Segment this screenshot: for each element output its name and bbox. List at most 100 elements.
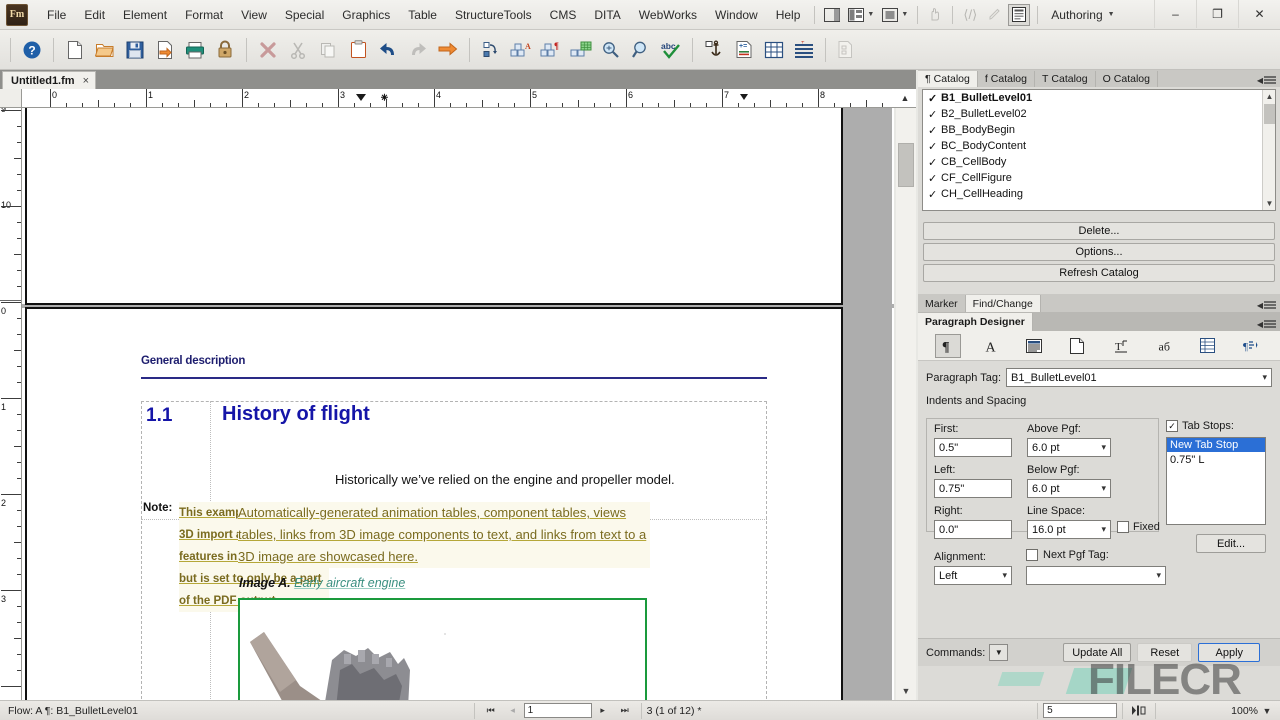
tab-stop-row[interactable]: 0.75" L (1167, 452, 1265, 467)
update-all-button[interactable]: Update All (1063, 643, 1131, 662)
tab-paragraph-catalog[interactable]: ¶ Catalog (918, 71, 978, 87)
reset-button[interactable]: Reset (1137, 643, 1192, 662)
fixed-checkbox-row[interactable]: Fixed (1117, 521, 1160, 533)
view-mode-icon[interactable] (846, 6, 866, 24)
tab-paragraph-designer[interactable]: Paragraph Designer (918, 313, 1033, 331)
next-pgf-tag-checkbox[interactable] (1026, 549, 1038, 561)
tab-stops-checkbox[interactable]: ✓ (1166, 420, 1178, 432)
workspace-caret-icon[interactable]: ▼ (1108, 11, 1115, 18)
edit-tab-stop-button[interactable]: Edit... (1196, 534, 1266, 553)
menu-edit[interactable]: Edit (75, 4, 114, 26)
menu-special[interactable]: Special (276, 4, 333, 26)
previous-page-button[interactable]: ◂ (502, 703, 524, 719)
document-vertical-scrollbar[interactable]: ▼ (896, 108, 916, 700)
chevron-down-icon[interactable]: ▾ (1101, 442, 1106, 453)
tab-stop-selected[interactable]: New Tab Stop (1167, 438, 1265, 452)
body-paragraph[interactable]: Historically we’ve relied on the engine … (335, 469, 765, 490)
character-tag-icon[interactable]: A (506, 35, 536, 65)
undo-icon[interactable] (373, 35, 403, 65)
paragraph-designer-menu-icon[interactable]: ◀ (1257, 320, 1276, 329)
tab-stop-marker[interactable]: ⁕ (379, 91, 390, 104)
new-document-icon[interactable] (60, 35, 90, 65)
catalog-item-b2-bulletlevel02[interactable]: ✓ B2_BulletLevel02 (923, 106, 1275, 122)
screen-mode-caret-icon[interactable]: ▼ (901, 11, 908, 18)
marker-panel-menu-icon[interactable]: ◀ (1257, 301, 1276, 310)
table-cell-icon[interactable] (1194, 334, 1220, 358)
menu-window[interactable]: Window (706, 4, 767, 26)
spellcheck-icon[interactable]: abc (656, 35, 686, 65)
find-icon[interactable] (596, 35, 626, 65)
view-mode-caret-icon[interactable]: ▼ (867, 11, 874, 18)
menu-dita[interactable]: DITA (585, 4, 629, 26)
document-view-icon[interactable] (1008, 4, 1030, 26)
next-page-button[interactable]: ▸ (592, 703, 614, 719)
menu-format[interactable]: Format (176, 4, 232, 26)
first-page-button[interactable]: ⏮ (480, 703, 502, 719)
catalog-item-bc-bodycontent[interactable]: ✓ BC_BodyContent (923, 138, 1275, 154)
menu-graphics[interactable]: Graphics (333, 4, 399, 26)
vertical-ruler[interactable]: 9 10 0 1 2 3 (0, 108, 22, 700)
next-pgf-tag-row[interactable]: Next Pgf Tag: (1026, 549, 1109, 561)
chevron-down-icon[interactable]: ▾ (1156, 570, 1161, 581)
catalog-panel-menu-icon[interactable]: ◀ (1257, 76, 1276, 85)
numbering-icon[interactable] (1064, 334, 1090, 358)
catalog-item-cb-cellbody[interactable]: ✓ CB_CellBody (923, 154, 1275, 170)
menu-table[interactable]: Table (399, 4, 446, 26)
tab-marker[interactable]: Marker (918, 295, 966, 312)
advanced-icon[interactable]: T (1108, 334, 1134, 358)
refresh-catalog-button[interactable]: Refresh Catalog (923, 264, 1275, 282)
panel-layout-icon[interactable] (822, 6, 842, 24)
document-canvas[interactable]: 5/12/16 83-3844-8 | 3 | General descript… (22, 108, 894, 700)
pagination-icon[interactable] (1021, 334, 1047, 358)
catalog-scroll-down-icon[interactable]: ▼ (1263, 197, 1276, 210)
first-indent-input[interactable]: 0.5" (934, 438, 1012, 457)
import-icon[interactable] (150, 35, 180, 65)
insert-table-icon[interactable] (759, 35, 789, 65)
print-icon[interactable] (180, 35, 210, 65)
below-pgf-combo[interactable]: 6.0 pt ▾ (1027, 479, 1111, 498)
tab-table-catalog[interactable]: T Catalog (1035, 71, 1096, 87)
paragraph-catalog-list[interactable]: ✓ B1_BulletLevel01 ✓ B2_BulletLevel02 ✓ … (922, 89, 1276, 211)
page-number-input[interactable]: 1 (524, 703, 592, 718)
minimize-button[interactable]: – (1154, 0, 1196, 28)
right-indent-marker[interactable] (740, 94, 748, 100)
anchored-frame-icon[interactable] (699, 35, 729, 65)
workspace-selector[interactable]: Authoring (1051, 8, 1102, 22)
alignment-combo[interactable]: Left ▾ (934, 566, 1012, 585)
column-count-input[interactable]: 5 (1043, 703, 1117, 718)
scrollbar-thumb[interactable] (898, 143, 914, 187)
catalog-scrollbar-thumb[interactable] (1264, 104, 1275, 124)
insert-variable-icon[interactable] (476, 35, 506, 65)
save-icon[interactable] (120, 35, 150, 65)
lock-icon[interactable] (210, 35, 240, 65)
menu-cms[interactable]: CMS (541, 4, 586, 26)
menu-structuretools[interactable]: StructureTools (446, 4, 541, 26)
catalog-item-ch-cellheading[interactable]: ✓ CH_CellHeading (923, 186, 1275, 202)
table-tag-icon[interactable] (566, 35, 596, 65)
apply-button[interactable]: Apply (1198, 643, 1260, 662)
tab-object-catalog[interactable]: O Catalog (1096, 71, 1158, 87)
catalog-item-bb-bodybegin[interactable]: ✓ BB_BodyBegin (923, 122, 1275, 138)
asian-typography-icon[interactable]: аб (1151, 334, 1177, 358)
commands-dropdown-button[interactable]: ▼ (989, 644, 1008, 661)
zoom-dropdown-icon[interactable]: ▼ (1258, 703, 1276, 719)
paragraph-tag-combo[interactable]: B1_BulletLevel01 ▾ (1006, 368, 1272, 387)
export-icon[interactable] (433, 35, 463, 65)
last-page-button[interactable]: ⏭ (614, 703, 636, 719)
paste-icon[interactable] (343, 35, 373, 65)
screen-mode-icon[interactable] (880, 6, 900, 24)
horizontal-ruler[interactable]: 0 1 2 3 4 5 6 7 8 ⁕ (22, 89, 894, 108)
catalog-item-b1-bulletlevel01[interactable]: ✓ B1_BulletLevel01 (923, 90, 1275, 106)
tab-character-catalog[interactable]: f Catalog (978, 71, 1035, 87)
catalog-item-cf-cellfigure[interactable]: ✓ CF_CellFigure (923, 170, 1275, 186)
conditional-paragraph[interactable]: Automatically-generated animation tables… (238, 502, 650, 568)
tab-stops-row[interactable]: ✓ Tab Stops: (1166, 420, 1234, 432)
default-font-icon[interactable]: A (978, 334, 1004, 358)
close-icon[interactable]: × (83, 75, 89, 87)
menu-file[interactable]: File (38, 4, 75, 26)
left-indent-input[interactable]: 0.75" (934, 479, 1012, 498)
ruler-scroll-up-icon[interactable]: ▲ (894, 89, 916, 108)
page-current[interactable]: General description 1.1 History of fligh… (25, 307, 843, 700)
document-tab[interactable]: Untitled1.fm × (2, 71, 96, 89)
anchored-3d-image-frame[interactable] (238, 598, 647, 700)
